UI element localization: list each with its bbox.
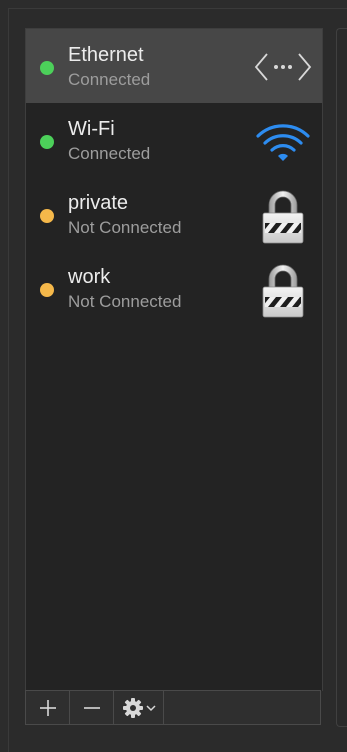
service-name: Wi-Fi <box>68 118 115 140</box>
service-item-private[interactable]: private Not Connected <box>26 177 322 251</box>
chevron-down-icon <box>145 704 156 711</box>
network-service-list[interactable]: Ethernet Connected Wi-Fi Connected priva… <box>25 28 323 691</box>
vpn-lock-icon <box>262 264 304 318</box>
status-dot-connected <box>40 135 54 149</box>
action-menu-button[interactable] <box>114 691 164 724</box>
service-status: Not Connected <box>68 292 182 311</box>
service-name: work <box>68 266 111 288</box>
service-status: Connected <box>68 144 151 163</box>
minus-icon <box>83 706 100 709</box>
wifi-icon <box>256 124 310 161</box>
status-dot-connected <box>40 61 54 75</box>
status-dot-not-connected <box>40 209 54 223</box>
service-name: private <box>68 192 129 214</box>
service-item-ethernet[interactable]: Ethernet Connected <box>26 29 322 103</box>
service-item-work[interactable]: work Not Connected <box>26 251 322 325</box>
status-dot-not-connected <box>40 283 54 297</box>
service-status: Connected <box>68 70 151 89</box>
ethernet-icon <box>254 53 312 81</box>
service-name: Ethernet <box>68 44 144 66</box>
vpn-lock-icon <box>262 190 304 244</box>
add-service-button[interactable] <box>26 691 70 724</box>
remove-service-button[interactable] <box>70 691 114 724</box>
service-status: Not Connected <box>68 218 182 237</box>
gear-icon <box>122 697 143 718</box>
plus-icon <box>39 699 56 716</box>
detail-pane-edge <box>336 28 347 727</box>
service-list-toolbar <box>25 690 321 725</box>
service-item-wifi[interactable]: Wi-Fi Connected <box>26 103 322 177</box>
